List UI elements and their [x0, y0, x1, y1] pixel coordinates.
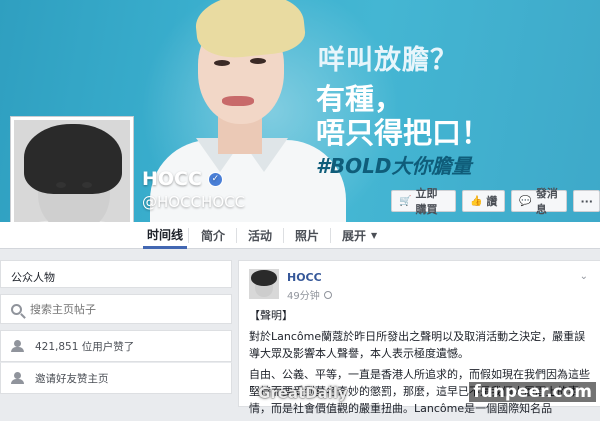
likes-count-text: 421,851 位用户赞了 [35, 340, 135, 353]
cover-hashtag: #BOLD大你膽量 [316, 154, 472, 178]
post-title: 【聲明】 [249, 309, 293, 322]
cover-figure-eye [214, 60, 230, 66]
post-options-chevron-icon[interactable]: ⌄ [580, 271, 588, 282]
tab-more[interactable]: 展开 ▼ [338, 222, 381, 249]
thumbs-up-icon: 👍 [469, 195, 483, 207]
watermark-greatdaily: GreatDaily [258, 384, 348, 402]
message-button[interactable]: 💬 發消息 [511, 187, 568, 216]
tab-about[interactable]: 简介 [197, 222, 229, 249]
invite-friends-text: 邀请好友赞主页 [35, 372, 109, 385]
post-paragraph: 對於Lancôme蘭蔻於昨日所發出之聲明以及取消活動之決定，嚴重誤導大眾及影響本… [249, 330, 586, 360]
tab-divider [283, 228, 284, 243]
message-label: 發消息 [535, 187, 558, 216]
profile-picture-hair [24, 124, 122, 194]
cart-icon: 🛒 [399, 195, 412, 207]
cover-figure-lips [222, 96, 254, 106]
caret-down-icon: ▼ [371, 231, 378, 240]
page-tab-bar: 时间线 简介 活动 照片 展开 ▼ [0, 222, 600, 249]
more-icon: ··· [580, 194, 593, 208]
buy-now-label: 立即購買 [415, 187, 438, 216]
page-handle: @HOCCHOCC [142, 193, 246, 211]
globe-icon [323, 290, 332, 299]
tab-divider [330, 228, 331, 243]
people-icon [11, 340, 25, 352]
cover-headline-1: 咩叫放膽？ [318, 45, 458, 76]
post-time-text: 49分钟 [287, 291, 320, 302]
page-name-text: HOCC [142, 168, 202, 190]
watermark-funpeer: funpeer.com [469, 382, 596, 402]
search-input[interactable] [30, 302, 210, 316]
cover-figure-eye [250, 58, 266, 64]
like-button[interactable]: 👍 讚 [461, 190, 506, 212]
tab-events[interactable]: 活动 [244, 222, 276, 249]
tab-more-label: 展开 [342, 229, 367, 243]
post-author-name[interactable]: HOCC [287, 271, 322, 284]
buy-now-button[interactable]: 🛒 立即購買 [391, 187, 456, 216]
like-label: 讚 [486, 195, 498, 208]
page-post-search[interactable] [0, 294, 232, 324]
message-icon: 💬 [519, 195, 532, 207]
cover-headline-3: 唔只得把口！ [316, 116, 491, 150]
post-body: 【聲明】 對於Lancôme蘭蔻於昨日所發出之聲明以及取消活動之決定，嚴重誤導大… [249, 307, 595, 421]
tab-photos[interactable]: 照片 [291, 222, 323, 249]
avatar-hair [251, 270, 277, 286]
profile-picture-image [14, 120, 130, 236]
tab-timeline[interactable]: 时间线 [143, 222, 188, 249]
profile-picture-eye [56, 182, 66, 188]
page-category: 公众人物 [0, 260, 232, 288]
likes-count-row[interactable]: 421,851 位用户赞了 [0, 330, 232, 362]
profile-picture-eye [82, 182, 92, 188]
tab-divider [188, 228, 189, 243]
cover-action-buttons: 🛒 立即購買 👍 讚 💬 發消息 ··· [391, 187, 600, 216]
post-author-avatar[interactable] [249, 269, 279, 299]
tab-divider [236, 228, 237, 243]
verified-badge-icon: ✓ [207, 171, 223, 187]
left-sidebar: 公众人物 421,851 位用户赞了 邀请好友赞主页 [0, 260, 232, 407]
invite-friends-row[interactable]: 邀请好友赞主页 [0, 362, 232, 394]
add-person-icon [11, 372, 25, 384]
more-button[interactable]: ··· [573, 190, 600, 212]
post-timestamp[interactable]: 49分钟 [287, 287, 332, 302]
search-icon [11, 303, 22, 315]
page-name[interactable]: HOCC ✓ [142, 168, 223, 190]
